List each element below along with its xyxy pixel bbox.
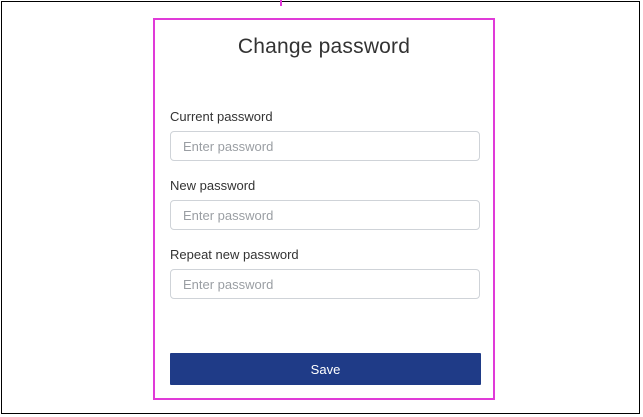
page-title: Change password — [237, 35, 411, 58]
current-password-input[interactable] — [170, 131, 480, 161]
change-password-card: Change password Current password New pas… — [153, 18, 495, 400]
new-password-label: New password — [170, 178, 256, 193]
top-marker — [280, 0, 282, 6]
repeat-new-password-label: Repeat new password — [170, 247, 299, 262]
new-password-input[interactable] — [170, 200, 480, 230]
repeat-new-password-input[interactable] — [170, 269, 480, 299]
save-button[interactable]: Save — [170, 353, 481, 385]
current-password-label: Current password — [170, 109, 273, 124]
